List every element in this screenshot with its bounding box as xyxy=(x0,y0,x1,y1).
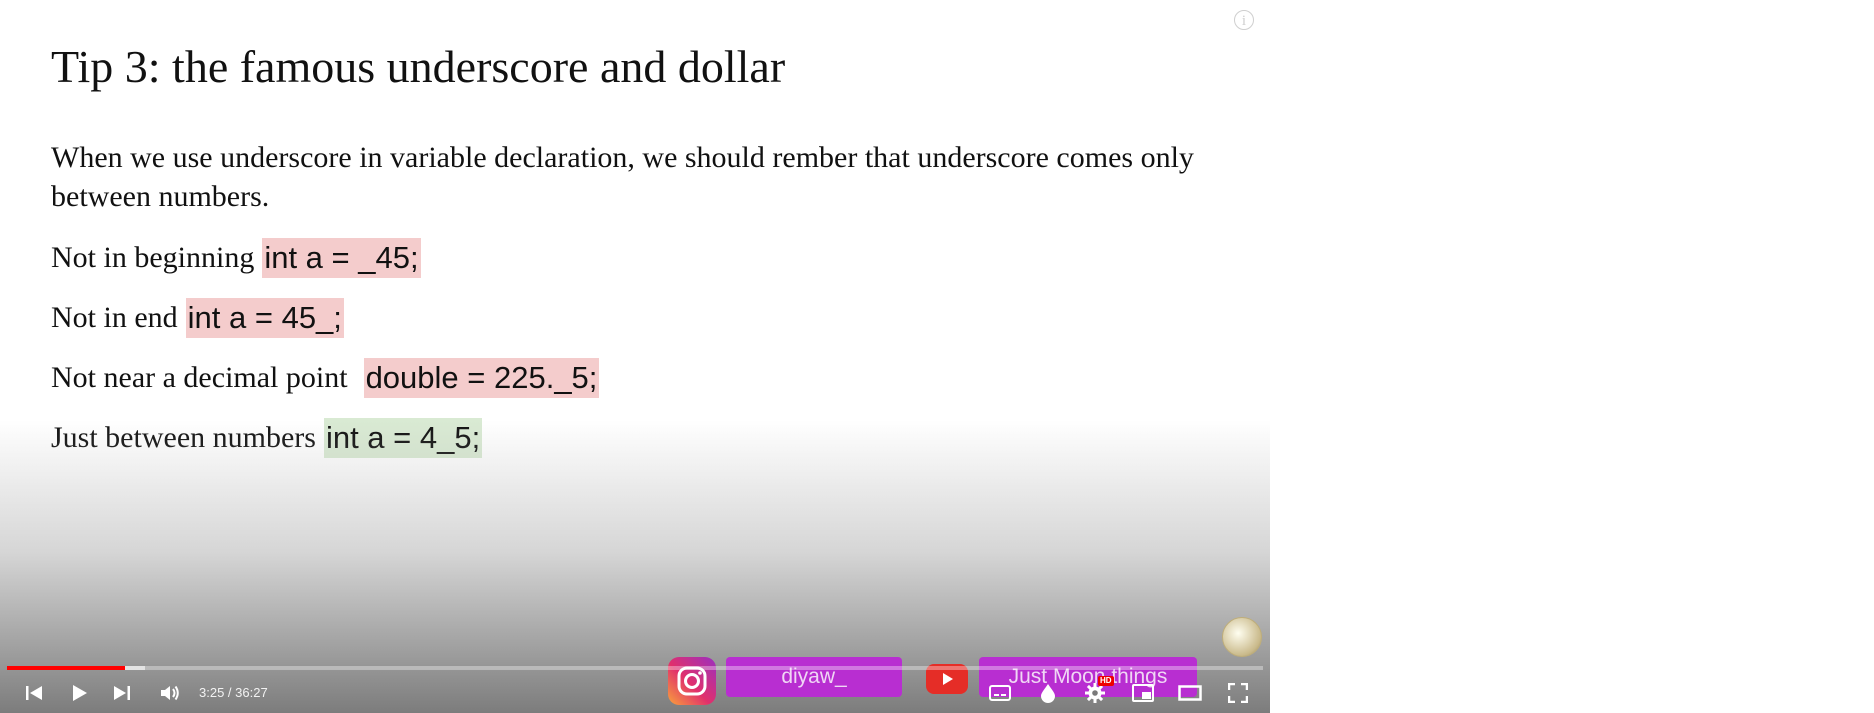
ambient-mode-icon[interactable] xyxy=(1036,680,1060,706)
progress-played xyxy=(7,666,126,670)
slide-paragraph: When we use underscore in variable decla… xyxy=(51,141,1194,213)
play-icon[interactable] xyxy=(67,680,91,706)
time-display: 3:25 / 36:27 xyxy=(199,685,268,700)
theater-mode-icon[interactable] xyxy=(1177,680,1203,706)
progress-bar[interactable] xyxy=(7,666,1263,670)
subtitles-icon[interactable] xyxy=(987,680,1013,706)
rule-text: Not in beginning xyxy=(51,241,255,274)
code-snippet-invalid: int a = _45; xyxy=(262,238,421,278)
instagram-handle-button[interactable]: diyaw_ xyxy=(726,657,902,697)
rule-text: Just between numbers xyxy=(51,421,316,454)
code-snippet-invalid: double = 225._5; xyxy=(363,358,600,398)
skip-previous-icon[interactable] xyxy=(22,680,46,706)
fullscreen-icon[interactable] xyxy=(1225,680,1251,706)
code-snippet-invalid: int a = 45_; xyxy=(185,298,344,338)
rule-line-decimal: Not near a decimal point double = 225._5… xyxy=(51,358,600,398)
skip-next-icon[interactable] xyxy=(110,680,134,706)
rule-line-beginning: Not in beginning int a = _45; xyxy=(51,238,421,278)
info-icon[interactable]: i xyxy=(1234,10,1254,30)
code-snippet-valid: int a = 4_5; xyxy=(323,418,483,458)
instagram-icon[interactable] xyxy=(668,657,716,705)
gear-icon[interactable]: HD xyxy=(1082,676,1114,706)
rule-line-between: Just between numbers int a = 4_5; xyxy=(51,418,483,458)
video-player[interactable]: i Tip 3: the famous underscore and dolla… xyxy=(0,0,1270,713)
rule-text: Not near a decimal point xyxy=(51,361,348,394)
hd-badge: HD xyxy=(1098,676,1114,686)
channel-watermark[interactable] xyxy=(1222,617,1262,657)
rule-line-end: Not in end int a = 45_; xyxy=(51,298,344,338)
volume-icon[interactable] xyxy=(157,680,183,706)
rule-text: Not in end xyxy=(51,301,178,334)
slide-title: Tip 3: the famous underscore and dollar xyxy=(51,41,786,92)
miniplayer-icon[interactable] xyxy=(1130,680,1156,706)
